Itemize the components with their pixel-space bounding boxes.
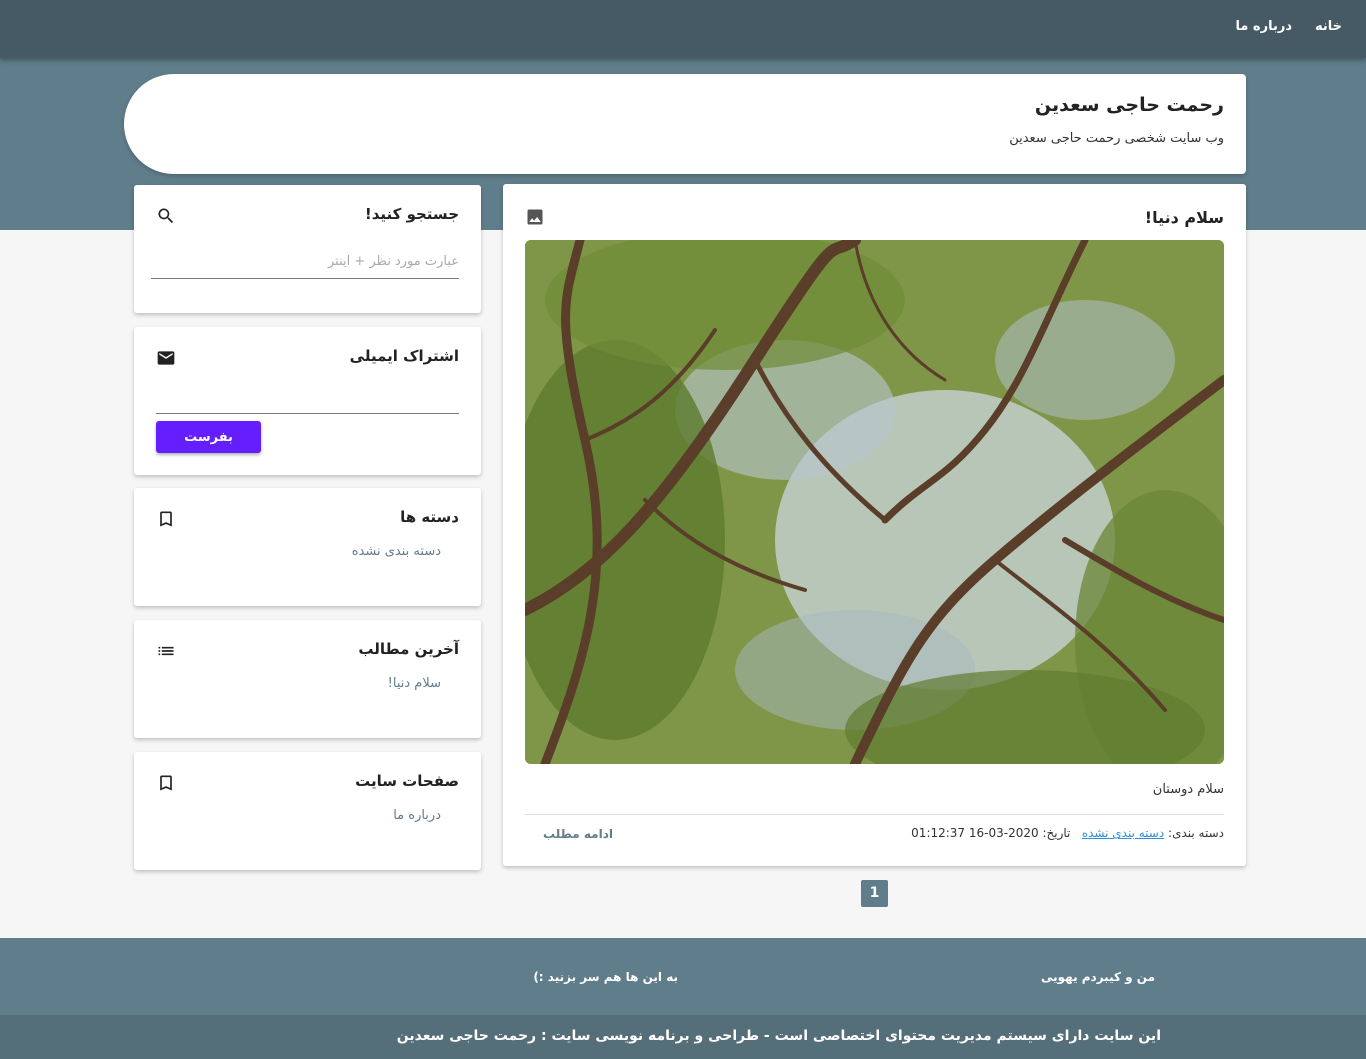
post-category-link[interactable]: دسته بندی نشده: [1082, 826, 1164, 840]
recent-posts-widget: آخرین مطالب سلام دنیا!: [134, 620, 481, 738]
post-divider: [525, 814, 1224, 815]
footer-bottom: این سایت دارای سیستم مدیریت محتوای اختصا…: [0, 1015, 1366, 1059]
post-date: 01:12:37 16-03-2020: [911, 826, 1039, 840]
search-input[interactable]: [151, 245, 459, 279]
image-icon: [527, 209, 543, 225]
post-meta: دسته بندی: دسته بندی نشده تاریخ: 01:12:3…: [911, 826, 1224, 840]
search-widget: جستجو کنید!: [134, 185, 481, 313]
list-icon: [158, 646, 174, 656]
top-navbar: خانه درباره ما: [0, 0, 1366, 58]
post-title[interactable]: سلام دنیا!: [1145, 208, 1224, 227]
footer-copyright: این سایت دارای سیستم مدیریت محتوای اختصا…: [396, 1028, 1161, 1044]
site-tagline: وب سایت شخصی رحمت حاجی سعدین: [1009, 131, 1224, 146]
nav-home-link[interactable]: خانه: [1315, 19, 1342, 34]
bookmark-icon: [160, 511, 172, 527]
site-header-card: رحمت حاجی سعدین وب سایت شخصی رحمت حاجی س…: [124, 74, 1246, 174]
tree-canopy-image: [525, 240, 1224, 764]
footer-top: من و کیبردم یهویی به این ها هم سر بزنید …: [0, 938, 1366, 1015]
site-pages-widget: صفحات سایت درباره ما: [134, 752, 481, 870]
nav-about-link[interactable]: درباره ما: [1235, 19, 1292, 34]
categories-widget-title: دسته ها: [400, 508, 459, 526]
search-widget-title: جستجو کنید!: [364, 205, 459, 223]
subscribe-widget: اشتراک ایمیلی بفرست: [134, 327, 481, 475]
footer-col-left-title: به این ها هم سر بزنید :): [533, 970, 678, 984]
recent-post-link[interactable]: سلام دنیا!: [388, 676, 441, 691]
category-link-uncategorized[interactable]: دسته بندی نشده: [352, 544, 441, 559]
page-link-about[interactable]: درباره ما: [393, 808, 441, 823]
site-title[interactable]: رحمت حاجی سعدین: [1035, 94, 1224, 116]
recent-posts-widget-title: آخرین مطالب: [358, 640, 459, 658]
categories-widget: دسته ها دسته بندی نشده: [134, 488, 481, 606]
subscribe-send-button[interactable]: بفرست: [156, 421, 261, 453]
site-pages-widget-title: صفحات سایت: [355, 772, 459, 790]
pagination-page-1[interactable]: 1: [861, 880, 888, 907]
subscribe-widget-title: اشتراک ایمیلی: [349, 347, 459, 365]
mail-icon: [157, 351, 175, 365]
post-card: سلام دنیا! سلام دوستان دسته بندی: دسته ب…: [503, 184, 1246, 866]
date-label: تاریخ:: [1042, 826, 1071, 840]
bookmark-icon: [160, 775, 172, 791]
read-more-link[interactable]: ادامه مطلب: [543, 827, 613, 841]
post-excerpt: سلام دوستان: [1152, 782, 1224, 797]
search-icon: [158, 208, 174, 224]
email-field[interactable]: [156, 382, 459, 414]
footer-col-right-title: من و کیبردم یهویی: [1040, 970, 1155, 984]
category-label: دسته بندی:: [1168, 826, 1224, 840]
post-featured-image[interactable]: [525, 240, 1224, 764]
